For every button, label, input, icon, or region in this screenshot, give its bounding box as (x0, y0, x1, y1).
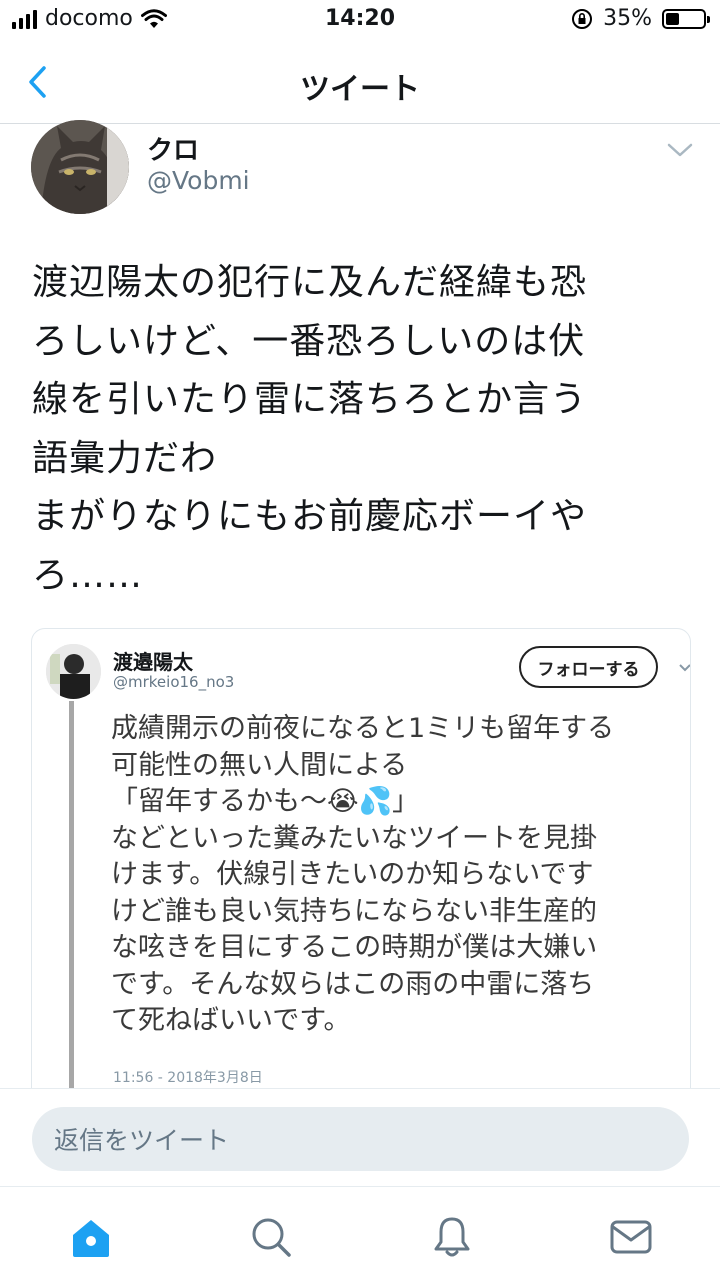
bell-icon[interactable] (430, 1215, 474, 1259)
tweet-text: 渡辺陽太の犯行に及んだ経緯も恐 ろしいけど、一番恐ろしいのは伏 線を引いたり雷に… (32, 262, 588, 596)
mail-icon[interactable] (609, 1215, 653, 1259)
avatar[interactable] (31, 120, 129, 214)
quoted-tweet-text: 成績開示の前夜になると1ミリも留年する 可能性の無い人間による 「留年するかも〜… (111, 713, 615, 1036)
nav-bar: ツイート (0, 40, 720, 124)
home-icon[interactable] (69, 1215, 113, 1259)
battery-percent: 35% (603, 6, 652, 31)
quoted-tweet-card[interactable]: 渡邉陽太 @mrkeio16_no3 フォローする 成績開示の前夜になると1ミリ… (31, 628, 691, 1150)
orientation-lock-icon (572, 8, 593, 29)
quoted-timestamp: 11:56 - 2018年3月8日 (113, 1070, 263, 1086)
reply-input[interactable]: 返信をツイート (32, 1107, 689, 1171)
status-bar: docomo 14:20 35% (0, 0, 720, 40)
battery-level (666, 12, 679, 25)
reply-bar: 返信をツイート (0, 1088, 720, 1186)
thread-line (69, 701, 74, 1149)
quoted-author-handle: @mrkeio16_no3 (113, 673, 235, 691)
tab-bar (0, 1186, 720, 1280)
quoted-author-name: 渡邉陽太 (113, 650, 193, 674)
author-name[interactable]: クロ (147, 130, 199, 167)
follow-button[interactable]: フォローする (519, 646, 658, 688)
page-title: ツイート (300, 72, 420, 107)
quoted-avatar (46, 644, 101, 699)
chevron-down-icon (679, 664, 690, 672)
search-icon[interactable] (249, 1215, 293, 1259)
battery-icon (662, 8, 710, 29)
author-handle[interactable]: @Vobmi (147, 166, 250, 195)
status-right: 35% (571, 6, 710, 31)
chevron-down-icon[interactable] (664, 140, 696, 160)
